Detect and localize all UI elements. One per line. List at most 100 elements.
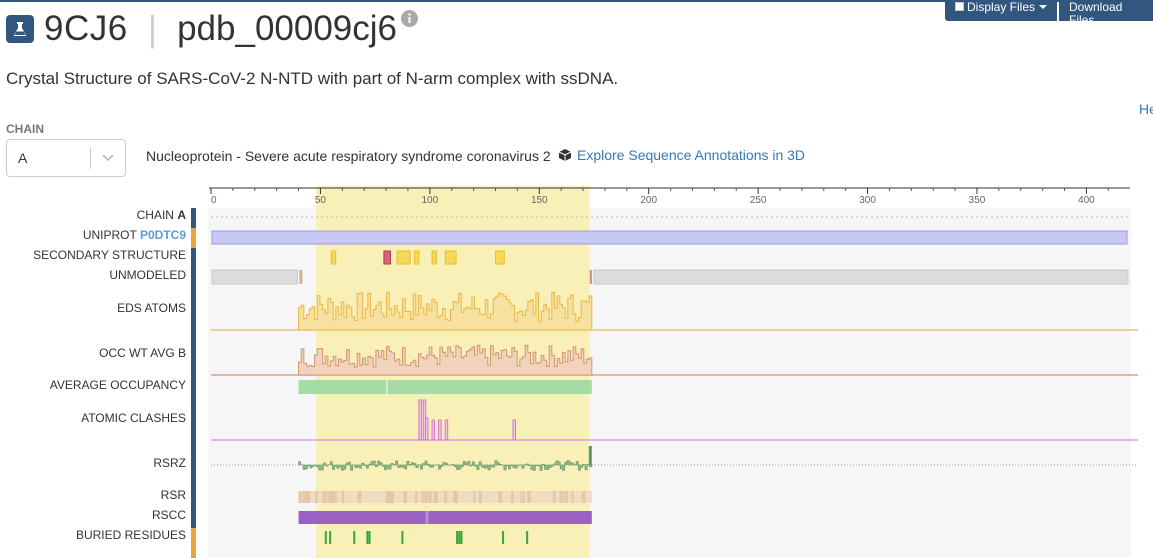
help-link[interactable]: He — [1139, 101, 1153, 117]
rsr-stripe — [428, 491, 432, 503]
explore-3d-link[interactable]: Explore Sequence Annotations in 3D — [558, 147, 805, 163]
track-label-unmodeled: UNMODELED — [109, 268, 186, 282]
download-files-button[interactable]: Download Files — [1059, 0, 1153, 27]
buried-residue-mark — [353, 531, 356, 544]
secondary-structure-helix — [330, 250, 337, 265]
axis-tick-label: 300 — [859, 195, 876, 206]
clash-bar — [438, 419, 442, 441]
buried-residue-mark — [502, 531, 505, 544]
caret-down-icon — [1039, 5, 1047, 9]
display-files-button[interactable]: Display Files — [945, 0, 1057, 21]
rsr-stripe — [478, 491, 482, 503]
rsr-stripe — [552, 491, 556, 503]
average-occupancy-gap — [386, 380, 388, 394]
feature-tracks-svg[interactable]: 0 50 100 150 200 250 300 350 400 — [196, 178, 1153, 558]
unmodeled-tick — [589, 270, 592, 284]
rsr-stripe — [403, 491, 408, 503]
axis-tick-label: 50 — [315, 195, 327, 206]
rsr-stripe — [328, 491, 332, 503]
uniprot-accession-link[interactable]: P0DTC9 — [140, 228, 186, 242]
axis-tick-label: 400 — [1078, 195, 1095, 206]
rsr-stripe — [498, 491, 503, 503]
buried-residue-mark — [324, 531, 327, 544]
download-files-label: Download Files — [1069, 0, 1123, 27]
track-label-rsr: RSR — [160, 488, 186, 502]
rsr-stripe — [322, 491, 325, 503]
rsr-stripe — [581, 491, 586, 503]
rsr-stripe — [324, 491, 328, 503]
track-label-buried-residues: BURIED RESIDUES — [75, 528, 186, 542]
unmodeled-segment — [593, 269, 1129, 285]
track-label-uniprot: UNIPROT P0DTC9 — [82, 228, 186, 242]
axis-tick-label: 0 — [211, 195, 217, 206]
clash-bar — [418, 399, 422, 441]
buried-residue-mark — [456, 531, 459, 544]
axis-tick-label: 100 — [422, 195, 439, 206]
track-label-average-occupancy: AVERAGE OCCUPANCY — [49, 378, 186, 392]
clash-bar — [424, 417, 429, 441]
rsr-stripe — [415, 491, 418, 503]
track-label-rscc: RSCC — [151, 508, 186, 522]
sequence-feature-viewer: CHAIN A UNIPROT P0DTC9 SECONDARY STRUCTU… — [0, 178, 1153, 558]
rsr-stripe — [307, 491, 311, 503]
rsr-stripe — [453, 491, 458, 503]
rsr-stripe — [473, 491, 476, 503]
clash-bar — [512, 419, 517, 441]
chain-selector-label: CHAIN — [6, 122, 44, 136]
track-label-atomic-clashes: ATOMIC CLASHES — [81, 411, 186, 425]
secondary-structure-helix — [495, 250, 505, 265]
entry-id: 9CJ6 — [44, 9, 128, 48]
rscc-bar — [298, 511, 592, 524]
rsr-stripe — [527, 491, 531, 503]
secondary-structure-helix — [431, 250, 437, 265]
rsr-stripe — [433, 491, 438, 503]
track-label-chain: CHAIN A — [136, 208, 186, 222]
rsr-stripe — [341, 491, 345, 503]
rsr-stripe — [298, 491, 302, 503]
rsr-stripe — [571, 491, 574, 503]
chain-select-value: A — [18, 150, 28, 166]
clash-bar — [431, 419, 436, 441]
buried-residue-mark — [329, 531, 332, 544]
rsr-stripe — [564, 491, 568, 503]
track-label-occ-wt-avg-b: OCC WT AVG B — [99, 346, 186, 360]
cube-icon — [558, 149, 572, 161]
buried-residue-mark — [460, 531, 463, 544]
rsr-stripe — [357, 491, 362, 503]
entry-description: Crystal Structure of SARS-CoV-2 N-NTD wi… — [6, 69, 619, 88]
rsr-stripe — [315, 491, 318, 503]
display-files-label: Display Files — [967, 0, 1036, 14]
rsr-stripe — [523, 491, 525, 503]
track-label-rsrz: RSRZ — [153, 456, 186, 470]
page-title: 9CJ6 | pdb_00009cj6 — [6, 8, 419, 49]
chain-select[interactable]: A — [6, 139, 126, 177]
buried-residue-mark — [458, 531, 461, 544]
rsr-stripe — [520, 491, 523, 503]
buried-residue-mark — [368, 531, 371, 544]
rsr-stripe — [390, 491, 395, 503]
buried-residue-mark — [401, 531, 404, 544]
axis-tick-label: 200 — [640, 195, 657, 206]
rsr-stripe — [444, 491, 448, 503]
entity-name: Nucleoprotein - Severe acute respiratory… — [146, 148, 551, 164]
unmodeled-tick — [299, 270, 303, 284]
rsr-stripe — [421, 491, 424, 503]
axis-tick-label: 350 — [969, 195, 986, 206]
secondary-structure-helix — [396, 250, 411, 265]
secondary-structure-helix — [444, 250, 457, 265]
secondary-structure-helix — [383, 250, 391, 265]
flask-icon — [6, 15, 34, 43]
title-separator: | — [147, 8, 158, 49]
secondary-structure-helix — [414, 250, 420, 265]
buried-residue-mark — [526, 531, 529, 544]
uniprot-bar — [211, 230, 1128, 245]
axis-tick-label: 250 — [750, 195, 767, 206]
track-label-eds-atoms: EDS ATOMS — [117, 301, 186, 315]
chevron-down-icon[interactable] — [91, 154, 125, 162]
rsrz-peak — [588, 446, 592, 465]
info-icon[interactable] — [401, 10, 419, 32]
rsr-stripe — [424, 491, 428, 503]
unmodeled-segment — [211, 269, 298, 285]
extended-id: pdb_00009cj6 — [177, 9, 398, 48]
axis-tick-label: 150 — [531, 195, 548, 206]
